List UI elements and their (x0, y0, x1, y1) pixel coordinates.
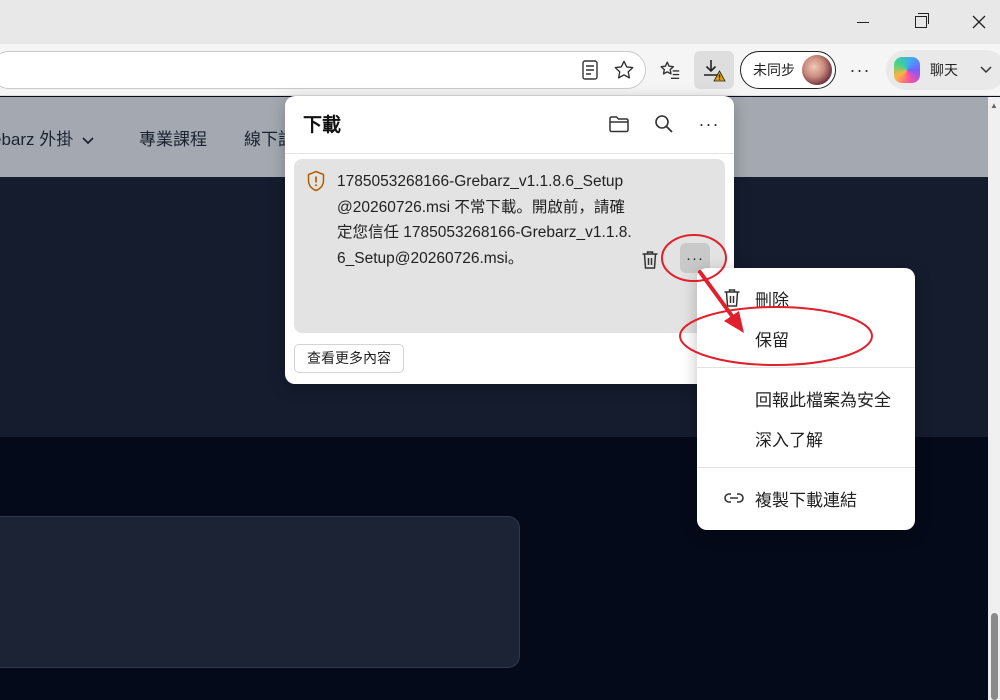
downloads-button[interactable] (694, 51, 734, 89)
see-more-button[interactable]: 查看更多內容 (294, 344, 404, 373)
search-icon[interactable] (650, 110, 678, 138)
close-button[interactable] (950, 0, 1000, 44)
download-context-menu: 刪除 保留 回報此檔案為安全 深入了解 複製下載連結 (697, 268, 915, 530)
menu-item-label: 複製下載連結 (755, 490, 857, 510)
copilot-label: 聊天 (930, 62, 958, 78)
menu-item-delete[interactable]: 刪除 (697, 278, 915, 318)
minimize-button[interactable] (834, 0, 892, 44)
page-scrollbar[interactable]: ▲ (988, 97, 1000, 700)
close-icon (972, 15, 986, 29)
trash-icon (724, 289, 740, 307)
link-icon (724, 493, 744, 503)
open-folder-icon[interactable] (605, 110, 633, 138)
menu-item-copy-link[interactable]: 複製下載連結 (697, 478, 915, 518)
reader-view-icon[interactable] (574, 54, 606, 86)
downloads-title: 下載 (303, 115, 342, 136)
menu-item-report-safe[interactable]: 回報此檔案為安全 (697, 378, 915, 418)
scroll-thumb[interactable] (991, 613, 998, 700)
more-options-icon[interactable]: ··· (844, 54, 876, 86)
content-card (0, 516, 520, 668)
sync-label: 未同步 (753, 62, 795, 78)
download-warning-text: 1785053268166-Grebarz_v1.1.8.6_Setup@202… (337, 173, 632, 267)
title-bar (0, 0, 1000, 44)
restore-icon (915, 13, 929, 28)
profile-sync-button[interactable]: 未同步 (740, 51, 836, 89)
menu-item-label: 保留 (755, 330, 789, 350)
downloads-panel: 下載 ··· 1785053268166-Grebarz_v1.1.8.6_Se… (285, 96, 734, 384)
download-item: 1785053268166-Grebarz_v1.1.8.6_Setup@202… (294, 159, 725, 333)
menu-divider (697, 367, 915, 368)
avatar (802, 55, 832, 85)
copilot-chat-button[interactable]: 聊天 (886, 50, 1000, 90)
favorites-icon[interactable] (654, 54, 686, 86)
favorite-star-icon[interactable] (608, 54, 640, 86)
downloads-more-icon[interactable]: ··· (695, 110, 723, 138)
menu-item-keep[interactable]: 保留 (697, 318, 915, 358)
nav-item-plugin[interactable]: ebarz 外掛 (0, 125, 94, 150)
menu-item-label: 回報此檔案為安全 (755, 390, 891, 410)
nav-item-courses[interactable]: 專業課程 (139, 125, 207, 150)
menu-item-label: 刪除 (755, 290, 789, 310)
minimize-icon (857, 21, 869, 23)
menu-divider (697, 467, 915, 468)
restore-button[interactable] (892, 0, 950, 44)
shield-warning-icon (307, 170, 325, 192)
delete-download-button[interactable] (636, 246, 664, 274)
browser-toolbar: 未同步 ··· 聊天 (0, 44, 1000, 96)
menu-item-label: 深入了解 (755, 430, 823, 450)
copilot-icon (894, 57, 920, 83)
scroll-up-icon[interactable]: ▲ (990, 101, 998, 110)
chevron-down-icon (980, 63, 992, 77)
address-bar[interactable] (0, 51, 646, 89)
download-icon (704, 60, 726, 82)
trash-icon (642, 251, 658, 269)
menu-item-learn-more[interactable]: 深入了解 (697, 418, 915, 458)
divider (285, 153, 734, 154)
